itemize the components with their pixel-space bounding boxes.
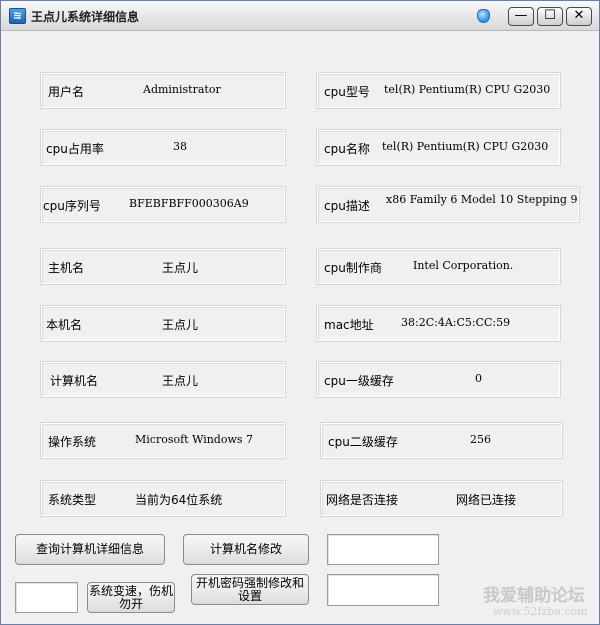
field-label: 本机名 — [46, 318, 83, 332]
field-value: 当前为64位系统 — [135, 493, 223, 507]
minimize-button[interactable]: — — [508, 7, 534, 26]
field-value: 王点儿 — [162, 374, 199, 388]
field-value: Administrator — [143, 83, 221, 96]
system-type-panel: 系统类型 当前为64位系统 — [40, 480, 286, 517]
field-value: tel(R) Pentium(R) CPU G2030 — [384, 83, 551, 96]
close-button[interactable]: ✕ — [566, 7, 592, 26]
field-value: x86 Family 6 Model 10 Stepping 9 — [386, 193, 578, 206]
computer-name-panel: 计算机名 王点儿 — [40, 361, 286, 398]
hostname-panel: 主机名 王点儿 — [40, 248, 286, 285]
field-label: 用户名 — [48, 85, 85, 99]
field-label: 系统类型 — [48, 493, 97, 507]
field-label: 主机名 — [48, 261, 85, 275]
watermark-url: www.52fzba.com — [493, 605, 588, 618]
field-value: 王点儿 — [162, 318, 199, 332]
field-value: Microsoft Windows 7 — [135, 433, 254, 446]
app-icon: ≋ — [9, 8, 26, 24]
field-label: cpu序列号 — [43, 199, 101, 213]
username-panel: 用户名 Administrator — [40, 72, 286, 109]
l1-cache-panel: cpu一级缓存 0 — [316, 361, 561, 398]
cpu-manufacturer-panel: cpu制作商 Intel Corporation. — [316, 248, 561, 285]
password-input[interactable] — [327, 574, 439, 606]
cpu-model-panel: cpu型号 tel(R) Pentium(R) CPU G2030 — [316, 72, 561, 109]
speed-up-label-line2: 勿开 — [118, 596, 143, 611]
rename-input[interactable] — [327, 534, 439, 565]
field-value: 网络已连接 — [456, 493, 517, 507]
field-value: 38 — [173, 140, 187, 153]
cpu-description-panel: cpu描述 x86 Family 6 Model 10 Stepping 9 — [316, 186, 580, 223]
title-bar[interactable]: ≋ 王点儿系统详细信息 — ☐ ✕ — [1, 1, 599, 31]
cpu-usage-panel: cpu占用率 38 — [40, 129, 286, 166]
field-label: cpu型号 — [324, 85, 370, 99]
field-label: 网络是否连接 — [326, 493, 399, 507]
os-panel: 操作系统 Microsoft Windows 7 — [40, 422, 286, 459]
field-value: tel(R) Pentium(R) CPU G2030 — [382, 140, 549, 153]
field-value: BFEBFBFF000306A9 — [129, 197, 249, 210]
field-label: 操作系统 — [48, 435, 97, 449]
maximize-button[interactable]: ☐ — [537, 7, 563, 26]
field-label: cpu占用率 — [46, 142, 104, 156]
gem-icon[interactable] — [477, 9, 490, 23]
boot-password-label-line1: 开机密码强制修改和 — [195, 575, 304, 590]
field-value: 王点儿 — [162, 261, 199, 275]
rename-computer-button[interactable]: 计算机名修改 — [183, 534, 309, 565]
network-status-panel: 网络是否连接 网络已连接 — [320, 480, 563, 517]
field-label: mac地址 — [324, 318, 374, 332]
field-label: cpu一级缓存 — [324, 374, 394, 388]
field-label: cpu描述 — [324, 199, 370, 213]
field-value: 0 — [475, 372, 482, 385]
cpu-name-panel: cpu名称 tel(R) Pentium(R) CPU G2030 — [316, 129, 561, 166]
cpu-serial-panel: cpu序列号 BFEBFBFF000306A9 — [40, 186, 286, 223]
speed-input[interactable] — [15, 582, 78, 613]
field-value: 256 — [470, 433, 491, 446]
boot-password-button[interactable]: 开机密码强制修改和 设置 — [191, 574, 309, 605]
l2-cache-panel: cpu二级缓存 256 — [320, 422, 563, 459]
main-window: ≋ 王点儿系统详细信息 — ☐ ✕ 用户名 Administrator cpu占… — [0, 0, 600, 625]
field-value: 38:2C:4A:C5:CC:59 — [401, 316, 511, 329]
watermark-title: 我爱辅助论坛 — [483, 586, 585, 606]
field-label: cpu名称 — [324, 142, 370, 156]
query-details-button[interactable]: 查询计算机详细信息 — [15, 534, 165, 565]
mac-address-panel: mac地址 38:2C:4A:C5:CC:59 — [316, 305, 561, 342]
speed-up-label-line1: 系统变速，伤机 — [88, 583, 173, 598]
boot-password-label-line2: 设置 — [237, 588, 262, 603]
speed-up-button[interactable]: 系统变速，伤机 勿开 — [87, 582, 175, 613]
local-name-panel: 本机名 王点儿 — [40, 305, 286, 342]
window-title: 王点儿系统详细信息 — [31, 10, 140, 24]
field-value: Intel Corporation. — [413, 259, 514, 272]
field-label: cpu二级缓存 — [328, 435, 398, 449]
field-label: cpu制作商 — [324, 261, 382, 275]
field-label: 计算机名 — [50, 374, 99, 388]
